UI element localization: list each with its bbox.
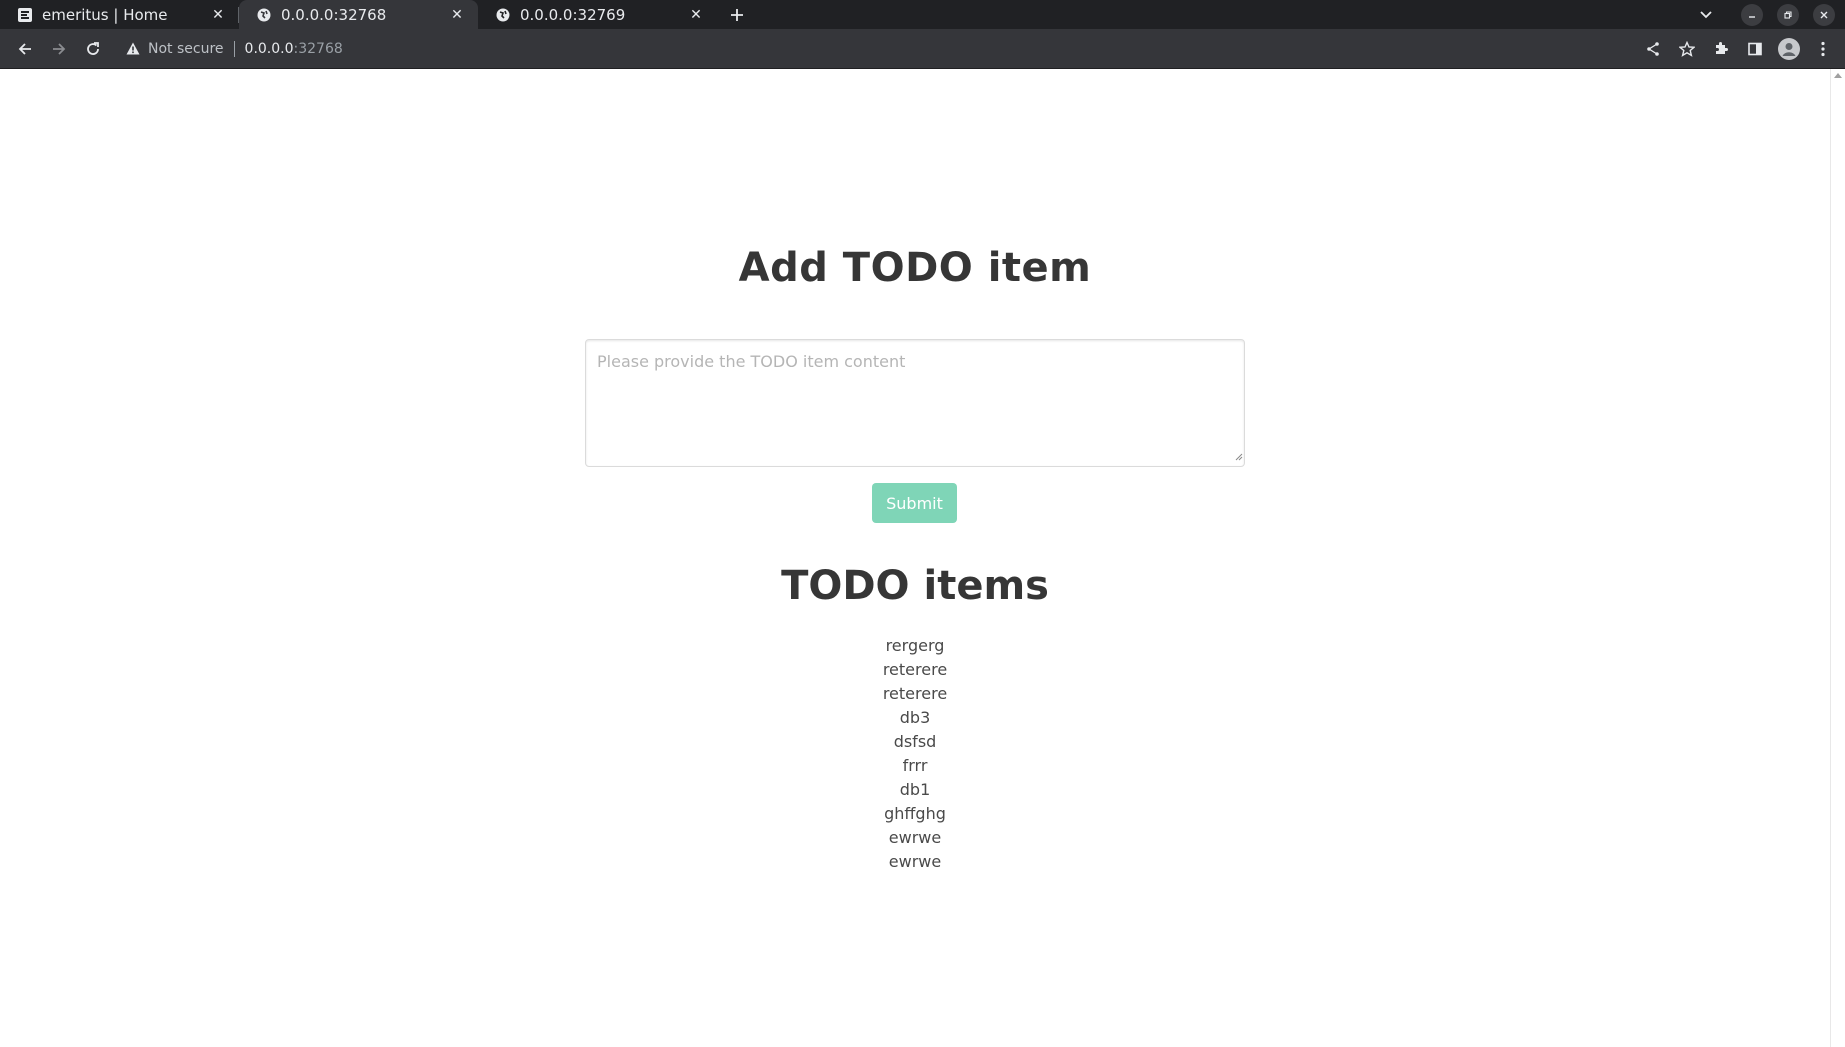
url-port: :32768 bbox=[293, 40, 343, 57]
reload-button[interactable] bbox=[76, 32, 110, 66]
plus-icon bbox=[731, 8, 743, 21]
browser-toolbar: Not secure 0.0.0.0:32768 bbox=[0, 29, 1845, 69]
globe-icon bbox=[496, 8, 510, 22]
list-item: frrr bbox=[902, 756, 928, 775]
star-icon bbox=[1679, 40, 1695, 57]
list-item: ewrwe bbox=[888, 828, 942, 847]
todo-items-heading: TODO items bbox=[781, 563, 1049, 609]
window-controls bbox=[1695, 0, 1845, 29]
kebab-menu-icon bbox=[1821, 41, 1825, 56]
browser-window: emeritus | Home ✕ 0.0.0.0:32768 ✕ 0.0.0.… bbox=[0, 0, 1845, 1047]
list-item: db1 bbox=[899, 780, 931, 799]
close-icon bbox=[1820, 11, 1828, 18]
extensions-button[interactable] bbox=[1707, 35, 1735, 63]
close-tab-icon[interactable]: ✕ bbox=[448, 6, 466, 24]
resize-grip-icon[interactable] bbox=[1235, 453, 1243, 461]
back-arrow-icon bbox=[18, 42, 31, 55]
bookmark-button[interactable] bbox=[1673, 35, 1701, 63]
submit-button[interactable]: Submit bbox=[872, 483, 957, 523]
tab-32769[interactable]: 0.0.0.0:32769 ✕ bbox=[478, 0, 717, 29]
avatar-icon bbox=[1778, 37, 1800, 60]
back-button[interactable] bbox=[8, 32, 42, 66]
list-item: dsfsd bbox=[893, 732, 937, 751]
todo-content-textarea[interactable] bbox=[585, 339, 1245, 467]
restore-button[interactable] bbox=[1777, 3, 1799, 26]
todo-list: rergerg reterere reterere db3 dsfsd frrr… bbox=[0, 634, 1830, 874]
restore-icon bbox=[1784, 10, 1792, 19]
security-status[interactable]: Not secure bbox=[148, 41, 224, 57]
tab-title: 0.0.0.0:32769 bbox=[520, 5, 626, 24]
list-item: ghffghg bbox=[884, 804, 946, 823]
tab-strip: emeritus | Home ✕ 0.0.0.0:32768 ✕ 0.0.0.… bbox=[0, 0, 1845, 29]
url-host: 0.0.0.0 bbox=[244, 40, 294, 57]
tab-search-button[interactable] bbox=[1695, 4, 1717, 26]
minimize-button[interactable] bbox=[1741, 3, 1763, 26]
reload-icon bbox=[87, 41, 99, 55]
list-item: db3 bbox=[899, 708, 931, 727]
list-item: ewrwe bbox=[888, 852, 942, 871]
forward-arrow-icon bbox=[53, 42, 66, 55]
tab-active-32768[interactable]: 0.0.0.0:32768 ✕ bbox=[239, 0, 478, 29]
close-tab-icon[interactable]: ✕ bbox=[209, 6, 227, 24]
puzzle-icon bbox=[1716, 41, 1728, 54]
warning-icon[interactable] bbox=[126, 42, 140, 55]
new-tab-button[interactable] bbox=[723, 0, 751, 29]
site-e-icon bbox=[18, 7, 32, 22]
minimize-icon bbox=[1749, 15, 1755, 18]
close-tab-icon[interactable]: ✕ bbox=[687, 6, 705, 24]
toolbar-actions bbox=[1639, 35, 1837, 63]
share-icon bbox=[1647, 41, 1659, 56]
menu-button[interactable] bbox=[1809, 35, 1837, 63]
forward-button[interactable] bbox=[42, 32, 76, 66]
tab-emeritus-home[interactable]: emeritus | Home ✕ bbox=[0, 0, 239, 29]
vertical-scrollbar[interactable] bbox=[1830, 69, 1845, 1047]
profile-button[interactable] bbox=[1775, 35, 1803, 63]
chevron-down-icon bbox=[1700, 10, 1712, 18]
page-content: Add TODO item Submit TODO items rergerg … bbox=[0, 69, 1830, 1047]
tab-title: 0.0.0.0:32768 bbox=[281, 5, 387, 24]
globe-icon bbox=[257, 8, 271, 22]
address-bar[interactable]: Not secure 0.0.0.0:32768 bbox=[118, 34, 1639, 64]
scroll-up-arrow-icon[interactable] bbox=[1834, 73, 1842, 78]
list-item: reterere bbox=[882, 684, 948, 703]
side-panel-button[interactable] bbox=[1741, 35, 1769, 63]
share-button[interactable] bbox=[1639, 35, 1667, 63]
list-item: reterere bbox=[882, 660, 948, 679]
list-item: rergerg bbox=[885, 636, 945, 655]
side-panel-icon bbox=[1748, 42, 1762, 55]
close-window-button[interactable] bbox=[1813, 3, 1835, 26]
tab-title: emeritus | Home bbox=[42, 5, 168, 24]
add-todo-heading: Add TODO item bbox=[738, 245, 1092, 291]
